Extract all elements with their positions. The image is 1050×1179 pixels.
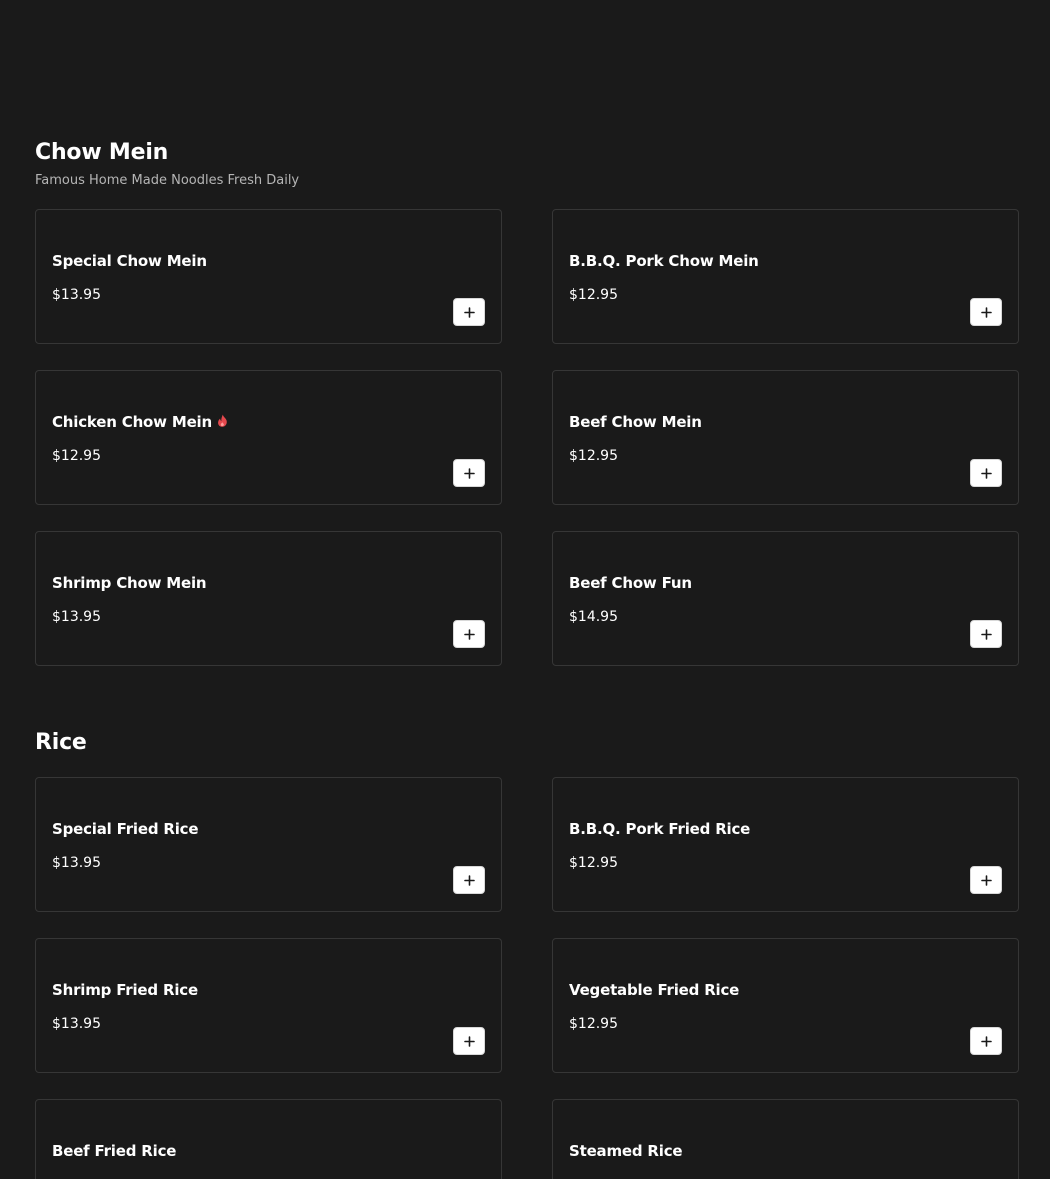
- item-price: $12.95: [569, 1016, 618, 1032]
- add-to-cart-button[interactable]: [453, 866, 485, 894]
- plus-icon: [980, 1035, 992, 1047]
- item-name: Shrimp Chow Mein: [52, 574, 207, 592]
- plus-icon: [463, 628, 475, 640]
- item-price: $12.95: [569, 287, 618, 303]
- plus-icon: [463, 1035, 475, 1047]
- menu-item-card[interactable]: Special Fried Rice $13.95: [35, 777, 502, 912]
- add-to-cart-button[interactable]: [970, 866, 1002, 894]
- plus-icon: [980, 628, 992, 640]
- item-price: $13.95: [52, 855, 101, 871]
- plus-icon: [463, 306, 475, 318]
- item-price: $13.95: [52, 1016, 101, 1032]
- menu-item-card[interactable]: Chicken Chow Mein $12.95: [35, 370, 502, 505]
- menu-item-card[interactable]: B.B.Q. Pork Chow Mein $12.95: [552, 209, 1019, 344]
- item-name: B.B.Q. Pork Chow Mein: [569, 252, 759, 270]
- menu-item-card[interactable]: Special Chow Mein $13.95: [35, 209, 502, 344]
- add-to-cart-button[interactable]: [453, 459, 485, 487]
- menu-item-card[interactable]: Vegetable Fried Rice $12.95: [552, 938, 1019, 1073]
- flame-icon: [218, 414, 227, 427]
- item-price: $12.95: [569, 448, 618, 464]
- add-to-cart-button[interactable]: [453, 1027, 485, 1055]
- menu-item-card[interactable]: Shrimp Fried Rice $13.95: [35, 938, 502, 1073]
- menu-page: Chow Mein Famous Home Made Noodles Fresh…: [0, 0, 1050, 1179]
- menu-section-rice: Rice Special Fried Rice $13.95 B.B.Q. Po…: [35, 730, 1021, 1179]
- plus-icon: [463, 874, 475, 886]
- menu-item-card[interactable]: Beef Chow Mein $12.95: [552, 370, 1019, 505]
- item-name: Beef Chow Fun: [569, 574, 692, 592]
- item-name: Special Chow Mein: [52, 252, 207, 270]
- add-to-cart-button[interactable]: [970, 298, 1002, 326]
- add-to-cart-button[interactable]: [970, 459, 1002, 487]
- section-subtitle: Famous Home Made Noodles Fresh Daily: [35, 173, 300, 188]
- plus-icon: [463, 467, 475, 479]
- item-name: Vegetable Fried Rice: [569, 981, 740, 999]
- item-price: $13.95: [52, 287, 101, 303]
- item-price: $12.95: [569, 855, 618, 871]
- plus-icon: [980, 467, 992, 479]
- item-name: Beef Fried Rice: [52, 1142, 177, 1160]
- item-price: $14.95: [569, 609, 618, 625]
- menu-item-card[interactable]: Steamed Rice: [552, 1099, 1019, 1179]
- plus-icon: [980, 306, 992, 318]
- add-to-cart-button[interactable]: [453, 298, 485, 326]
- item-price: $13.95: [52, 609, 101, 625]
- item-name: Shrimp Fried Rice: [52, 981, 198, 999]
- menu-item-card[interactable]: B.B.Q. Pork Fried Rice $12.95: [552, 777, 1019, 912]
- item-name: Steamed Rice: [569, 1142, 683, 1160]
- item-name: Beef Chow Mein: [569, 413, 702, 431]
- menu-item-card[interactable]: Beef Chow Fun $14.95: [552, 531, 1019, 666]
- item-name: Special Fried Rice: [52, 820, 199, 838]
- item-price: $12.95: [52, 448, 101, 464]
- add-to-cart-button[interactable]: [453, 620, 485, 648]
- add-to-cart-button[interactable]: [970, 1027, 1002, 1055]
- item-name: Chicken Chow Mein: [52, 413, 212, 431]
- add-to-cart-button[interactable]: [970, 620, 1002, 648]
- menu-section-chow-mein: Chow Mein Famous Home Made Noodles Fresh…: [35, 140, 1021, 666]
- menu-item-card[interactable]: Beef Fried Rice: [35, 1099, 502, 1179]
- item-name-row: Chicken Chow Mein: [52, 413, 229, 431]
- section-title: Rice: [35, 730, 87, 755]
- plus-icon: [980, 874, 992, 886]
- section-title: Chow Mein: [35, 140, 169, 165]
- item-name: B.B.Q. Pork Fried Rice: [569, 820, 751, 838]
- menu-item-card[interactable]: Shrimp Chow Mein $13.95: [35, 531, 502, 666]
